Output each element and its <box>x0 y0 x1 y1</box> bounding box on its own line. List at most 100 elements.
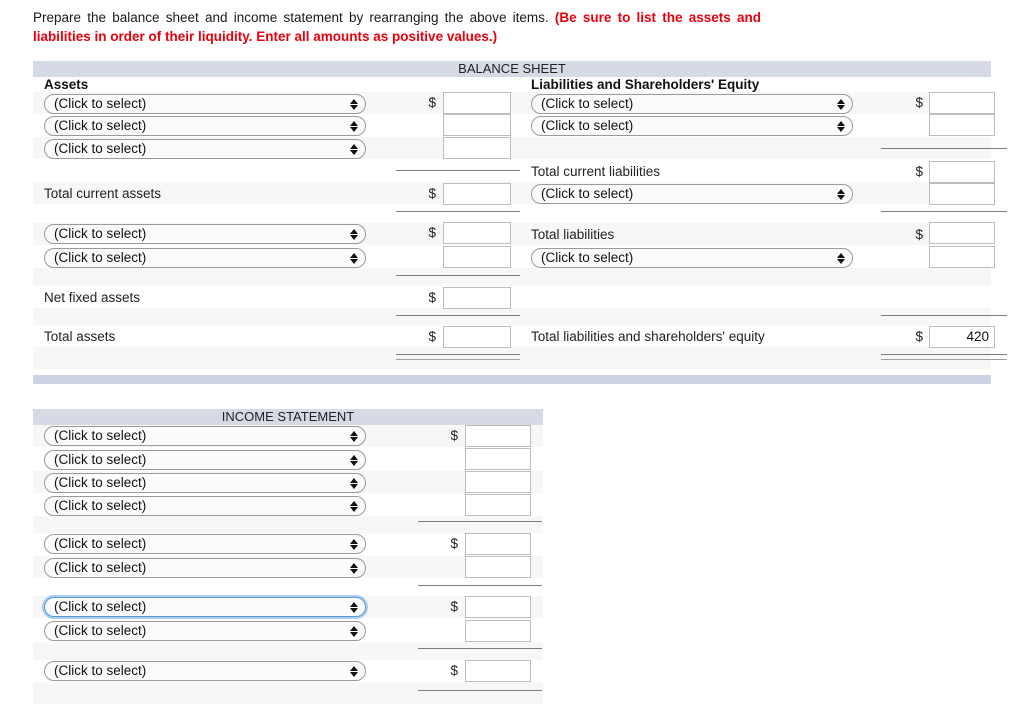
subtotal-rule <box>396 211 520 212</box>
dollar-sign: $ <box>915 227 923 242</box>
total-liabilities-and-equity-label: Total liabilities and shareholders' equi… <box>531 329 765 344</box>
income-select-4[interactable]: (Click to select) <box>44 534 366 554</box>
row-band <box>33 682 543 704</box>
dollar-sign: $ <box>450 536 458 551</box>
liabilities-amount-0[interactable] <box>929 92 995 114</box>
subtotal-rule <box>418 690 542 691</box>
liabilities-amount-2[interactable] <box>929 183 995 205</box>
assets-amount-0[interactable] <box>443 92 511 114</box>
row-band <box>33 325 991 347</box>
assets-select-1-label: (Click to select) <box>54 118 147 133</box>
subtotal-rule <box>881 315 1007 316</box>
net-fixed-assets-amount[interactable] <box>443 287 511 309</box>
dollar-sign: $ <box>428 329 436 344</box>
income-amount-2[interactable] <box>465 471 531 493</box>
dollar-sign: $ <box>450 428 458 443</box>
updown-arrows-icon <box>349 474 358 492</box>
assets-select-3[interactable]: (Click to select) <box>44 224 366 244</box>
income-select-2-label: (Click to select) <box>54 475 147 490</box>
income-select-7[interactable]: (Click to select) <box>44 621 366 641</box>
updown-arrows-icon <box>349 427 358 445</box>
income-select-1-label: (Click to select) <box>54 452 147 467</box>
income-select-3-label: (Click to select) <box>54 498 147 513</box>
income-select-0[interactable]: (Click to select) <box>44 426 366 446</box>
liabilities-select-3-label: (Click to select) <box>541 250 634 265</box>
total-current-liabilities-label: Total current liabilities <box>531 164 661 179</box>
income-statement-title: INCOME STATEMENT <box>33 409 543 425</box>
income-amount-0[interactable] <box>465 425 531 447</box>
income-amount-3[interactable] <box>465 494 531 516</box>
subtotal-rule <box>881 148 1007 149</box>
updown-arrows-icon <box>349 622 358 640</box>
subtotal-rule <box>396 275 520 276</box>
income-amount-4[interactable] <box>465 533 531 555</box>
liabilities-amount-1[interactable] <box>929 114 995 136</box>
dollar-sign: $ <box>450 663 458 678</box>
income-select-1[interactable]: (Click to select) <box>44 450 366 470</box>
updown-arrows-icon <box>349 598 358 616</box>
total-liabilities-and-equity-amount[interactable]: 420 <box>929 326 995 348</box>
assets-select-0[interactable]: (Click to select) <box>44 94 366 114</box>
updown-arrows-icon <box>349 535 358 553</box>
total-liabilities-label: Total liabilities <box>531 227 615 242</box>
income-amount-7[interactable] <box>465 620 531 642</box>
grand-total-double-rule <box>881 354 1007 360</box>
dollar-sign: $ <box>915 329 923 344</box>
assets-column-header: Assets <box>44 77 89 92</box>
subtotal-rule <box>396 170 520 171</box>
total-current-assets-amount[interactable] <box>443 183 511 205</box>
assets-select-4-label: (Click to select) <box>54 250 147 265</box>
assets-amount-3[interactable] <box>443 222 511 244</box>
updown-arrows-icon <box>349 117 358 135</box>
net-fixed-assets-label: Net fixed assets <box>44 290 141 305</box>
liabilities-select-3[interactable]: (Click to select) <box>531 248 853 268</box>
updown-arrows-icon <box>836 117 845 135</box>
income-select-8[interactable]: (Click to select) <box>44 661 366 681</box>
liabilities-select-2-label: (Click to select) <box>541 186 634 201</box>
income-select-3[interactable]: (Click to select) <box>44 496 366 516</box>
balance-sheet-title: BALANCE SHEET <box>33 61 991 77</box>
assets-select-3-label: (Click to select) <box>54 226 147 241</box>
income-amount-8[interactable] <box>465 660 531 682</box>
updown-arrows-icon <box>349 662 358 680</box>
income-amount-6[interactable] <box>465 596 531 618</box>
liabilities-amount-3[interactable] <box>929 246 995 268</box>
income-amount-1[interactable] <box>465 448 531 470</box>
assets-select-1[interactable]: (Click to select) <box>44 116 366 136</box>
subtotal-rule <box>881 211 1007 212</box>
total-assets-amount[interactable] <box>443 326 511 348</box>
liabilities-select-2[interactable]: (Click to select) <box>531 184 853 204</box>
assets-amount-4[interactable] <box>443 246 511 268</box>
liabilities-select-0[interactable]: (Click to select) <box>531 94 853 114</box>
liabilities-column-header: Liabilities and Shareholders' Equity <box>531 77 760 92</box>
subtotal-rule <box>418 585 542 586</box>
dollar-sign: $ <box>428 186 436 201</box>
income-select-5[interactable]: (Click to select) <box>44 558 366 578</box>
assets-select-0-label: (Click to select) <box>54 96 147 111</box>
grand-total-double-rule <box>396 354 520 360</box>
subtotal-rule <box>418 521 542 522</box>
assets-select-2[interactable]: (Click to select) <box>44 139 366 159</box>
income-select-8-label: (Click to select) <box>54 663 147 678</box>
total-liabilities-amount[interactable] <box>929 222 995 244</box>
income-amount-5[interactable] <box>465 556 531 578</box>
assets-select-4[interactable]: (Click to select) <box>44 248 366 268</box>
dollar-sign: $ <box>915 95 923 110</box>
updown-arrows-icon <box>349 497 358 515</box>
income-select-6[interactable]: (Click to select) <box>44 597 366 617</box>
updown-arrows-icon <box>349 225 358 243</box>
income-select-4-label: (Click to select) <box>54 536 147 551</box>
income-select-5-label: (Click to select) <box>54 560 147 575</box>
dollar-sign: $ <box>450 599 458 614</box>
assets-amount-1[interactable] <box>443 114 511 136</box>
updown-arrows-icon <box>836 249 845 267</box>
income-select-2[interactable]: (Click to select) <box>44 473 366 493</box>
total-current-liabilities-amount[interactable] <box>929 161 995 183</box>
updown-arrows-icon <box>349 559 358 577</box>
income-select-7-label: (Click to select) <box>54 623 147 638</box>
dollar-sign: $ <box>428 225 436 240</box>
dollar-sign: $ <box>428 290 436 305</box>
dollar-sign: $ <box>915 164 923 179</box>
liabilities-select-1[interactable]: (Click to select) <box>531 116 853 136</box>
assets-amount-2[interactable] <box>443 137 511 159</box>
